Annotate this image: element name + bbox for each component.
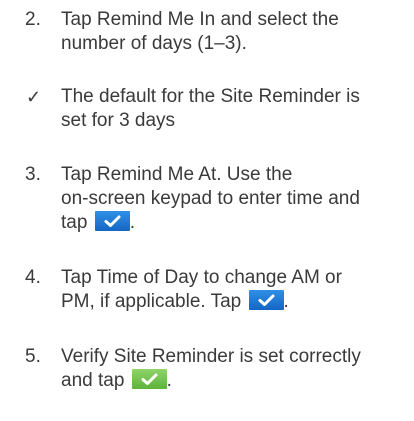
step-line: tap . (61, 211, 411, 235)
text-run: Tap (61, 267, 97, 288)
text-run: Tap (61, 9, 97, 30)
step-line: number of days (1–3). (61, 33, 247, 54)
step-line: Tap Time of Day to change AM or (61, 266, 411, 290)
text-run: and tap (61, 370, 130, 391)
green-confirm-button-icon (131, 369, 167, 389)
step-text: Tap Remind Me At. Use the on-screen keyp… (61, 163, 411, 235)
text-run: . (166, 370, 172, 391)
step-number: 5. (25, 346, 41, 367)
text-run: PM, if applicable. Tap (61, 291, 247, 312)
ui-term: Remind Me In (96, 9, 216, 30)
step-text: Verify Site Reminder is set correctly an… (61, 345, 411, 393)
step-line: Verify Site Reminder is set correctly (61, 346, 361, 367)
step-line: and tap . (61, 369, 411, 393)
ui-term: Time of Day (96, 267, 199, 288)
step-number: 4. (25, 267, 41, 288)
text-run: Tap (61, 164, 97, 185)
step-line: Tap Remind Me At. Use the (61, 163, 411, 187)
text-run: . Use the (216, 164, 293, 185)
note-line: The default for the Site Reminder is (61, 86, 360, 107)
ui-term: Remind Me At (96, 164, 217, 185)
step-text: Tap Remind Me In and select the number o… (61, 8, 411, 56)
note-text: The default for the Site Reminder is set… (61, 85, 411, 133)
note-line: set for 3 days (61, 110, 176, 131)
blue-confirm-button-icon (248, 290, 284, 310)
step-line: on-screen keypad to enter time and (61, 188, 360, 209)
text-run: . (129, 212, 135, 233)
step-text: Tap Time of Day to change AM or PM, if a… (61, 266, 411, 314)
blue-confirm-button-icon (94, 211, 130, 231)
text-run: tap (61, 212, 93, 233)
step-number: 2. (25, 9, 41, 30)
text-run: and select the (215, 9, 339, 30)
text-run: . (283, 291, 289, 312)
step-line: Tap Remind Me In and select the (61, 8, 411, 32)
step-number: 3. (25, 164, 41, 185)
checkmark-bullet-icon: ✓ (26, 87, 42, 107)
step-line: PM, if applicable. Tap . (61, 290, 411, 314)
text-run: to change AM or (198, 267, 342, 288)
